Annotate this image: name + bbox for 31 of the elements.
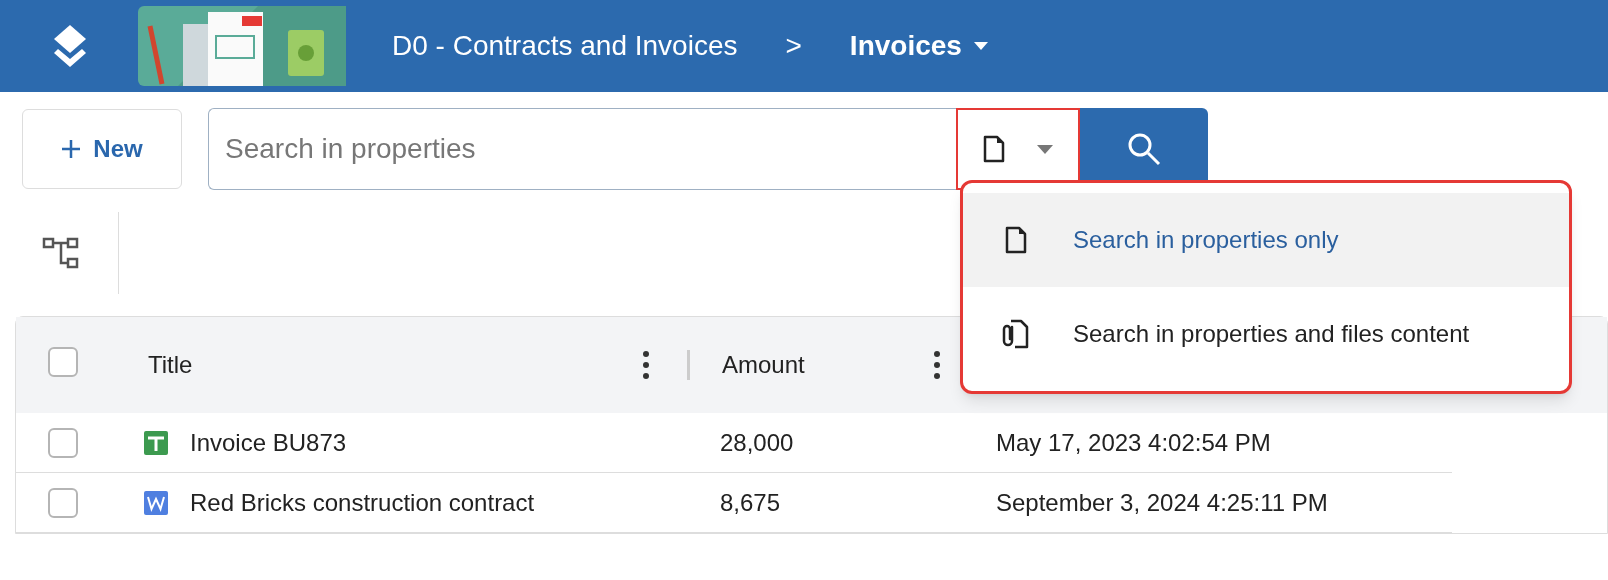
more-options-icon[interactable] — [934, 351, 940, 379]
spreadsheet-icon — [144, 430, 168, 455]
column-header[interactable]: Title — [148, 347, 643, 383]
new-button[interactable]: New — [22, 109, 182, 189]
plus-icon — [61, 139, 82, 159]
menu-item-label: Search in properties only — [1073, 225, 1339, 255]
amount-cell-text: 28,000 — [719, 427, 795, 458]
checkbox[interactable] — [48, 346, 78, 377]
checkbox[interactable] — [48, 487, 78, 518]
breadcrumb-link[interactable]: D0 - Contracts and Invoices — [392, 25, 738, 67]
date-cell-text: September 3, 2024 4:25:11 PM — [996, 487, 1328, 518]
layers-logo-icon[interactable] — [52, 25, 88, 67]
more-options-icon[interactable] — [643, 351, 649, 379]
title-cell[interactable]: Invoice BU873 — [190, 424, 347, 461]
date-cell-text: May 17, 2023 4:02:54 PM — [996, 427, 1271, 458]
caret-icon — [1037, 144, 1053, 154]
breadcrumb-dropdown[interactable]: Invoices — [849, 25, 988, 67]
menu-item[interactable]: Search in properties and files content — [963, 287, 1569, 381]
caret-icon — [973, 42, 988, 50]
title-cell[interactable]: Red Bricks construction contract — [190, 484, 535, 521]
menu-item[interactable]: Search in properties only — [963, 193, 1569, 287]
search-icon — [1126, 131, 1162, 167]
document-icon — [1005, 226, 1027, 254]
breadcrumb-separator: > — [785, 29, 802, 63]
menu-item-label: Search in properties and files content — [1073, 319, 1470, 349]
document-icon — [983, 135, 1005, 163]
amount-cell-text: 8,675 — [719, 487, 782, 518]
checkbox[interactable] — [48, 427, 78, 458]
column-header[interactable]: Amount — [722, 347, 934, 383]
search-field[interactable]: Search in properties — [208, 108, 956, 190]
word-document-icon — [144, 490, 168, 515]
